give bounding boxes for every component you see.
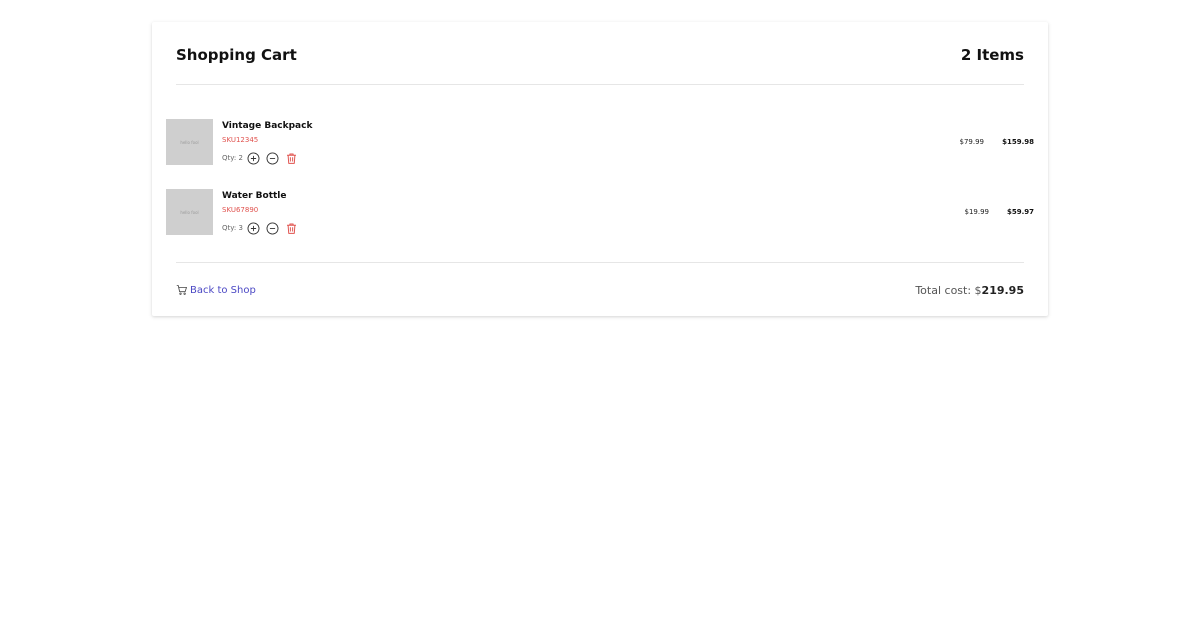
cart-item: hello fool Water Bottle SKU67890 Qty: 3 <box>166 189 1034 235</box>
line-total: $59.97 <box>1006 208 1034 216</box>
product-sku: SKU12345 <box>222 136 259 144</box>
cart-items: hello fool Vintage Backpack SKU12345 Qty… <box>166 119 1034 259</box>
quantity-label: Qty: 3 <box>222 224 243 232</box>
cart-footer: Back to Shop Total cost: $219.95 <box>176 262 1024 317</box>
thumbnail-placeholder-text: hello fool <box>180 209 199 215</box>
item-count: 2 Items <box>960 46 1024 64</box>
item-info: Water Bottle SKU67890 Qty: 3 <box>222 189 304 235</box>
total-cost-label: Total cost: $ <box>915 283 982 297</box>
decrease-quantity-button[interactable] <box>266 152 279 165</box>
cart-item: hello fool Vintage Backpack SKU12345 Qty… <box>166 119 1034 165</box>
thumbnail-placeholder-text: hello fool <box>180 139 199 145</box>
total-cost-value: 219.95 <box>981 283 1024 297</box>
trash-icon <box>286 223 296 234</box>
cart-icon <box>176 285 187 295</box>
increase-quantity-button[interactable] <box>247 222 260 235</box>
product-sku: SKU67890 <box>222 206 259 214</box>
minus-circle-icon <box>266 152 279 164</box>
quantity-controls: Qty: 2 <box>222 151 312 165</box>
quantity-label: Qty: 2 <box>222 154 243 162</box>
plus-circle-icon <box>247 222 260 234</box>
quantity-controls: Qty: 3 <box>222 221 304 235</box>
product-name: Vintage Backpack <box>222 121 313 131</box>
page-title: Shopping Cart <box>176 46 297 64</box>
back-to-shop-link[interactable]: Back to Shop <box>176 284 256 296</box>
shopping-cart-card: Shopping Cart 2 Items hello fool Vintage… <box>152 22 1048 316</box>
total-cost: Total cost: $219.95 <box>915 284 1024 297</box>
product-thumbnail: hello fool <box>166 119 213 165</box>
increase-quantity-button[interactable] <box>247 152 260 165</box>
item-info: Vintage Backpack SKU12345 Qty: 2 <box>222 119 312 165</box>
trash-icon <box>286 153 296 164</box>
plus-circle-icon <box>247 152 260 164</box>
minus-circle-icon <box>266 222 279 234</box>
remove-item-button[interactable] <box>285 152 298 165</box>
line-total: $159.98 <box>1002 138 1034 146</box>
decrease-quantity-button[interactable] <box>266 222 279 235</box>
product-name: Water Bottle <box>222 191 287 201</box>
cart-header: Shopping Cart 2 Items <box>176 22 1024 85</box>
remove-item-button[interactable] <box>285 222 298 235</box>
unit-price: $19.99 <box>964 208 990 216</box>
product-thumbnail: hello fool <box>166 189 213 235</box>
unit-price: $79.99 <box>959 138 985 146</box>
back-to-shop-label: Back to Shop <box>190 284 256 296</box>
